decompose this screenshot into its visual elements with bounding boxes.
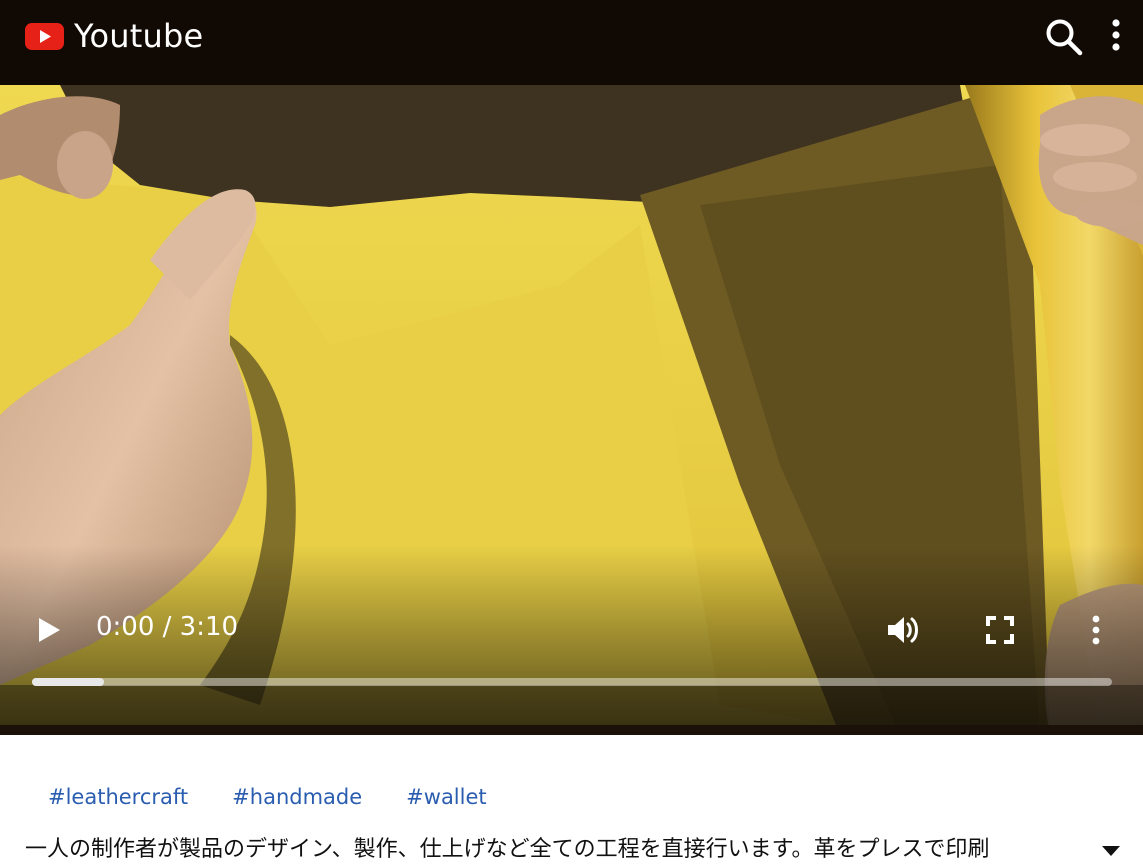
more-vert-icon[interactable] xyxy=(1101,17,1131,55)
hashtag-link[interactable]: #leathercraft xyxy=(48,785,188,809)
hashtag-link[interactable]: #handmade xyxy=(232,785,362,809)
hashtag-list: #leathercraft #handmade #wallet xyxy=(48,783,531,811)
player-bottom-edge xyxy=(0,725,1143,735)
more-vert-icon[interactable] xyxy=(1084,611,1108,649)
time-display: 0:00 / 3:10 xyxy=(96,612,239,642)
caret-down-icon[interactable] xyxy=(1101,845,1121,857)
top-app-bar: Youtube xyxy=(0,0,1143,85)
hashtag-link[interactable]: #wallet xyxy=(406,785,486,809)
video-player[interactable]: 0:00 / 3:10 xyxy=(0,85,1143,735)
fullscreen-icon[interactable] xyxy=(985,615,1015,645)
app-title[interactable]: Youtube xyxy=(74,14,203,58)
video-description: 一人の制作者が製品のデザイン、製作、仕上げなど全ての工程を直接行います。革をプレ… xyxy=(25,837,990,862)
play-icon[interactable] xyxy=(36,615,62,645)
youtube-logo-icon[interactable] xyxy=(25,23,64,50)
progress-bar[interactable] xyxy=(32,678,1112,686)
volume-icon[interactable] xyxy=(886,613,922,647)
progress-fill xyxy=(32,678,105,686)
search-icon[interactable] xyxy=(1044,17,1084,57)
